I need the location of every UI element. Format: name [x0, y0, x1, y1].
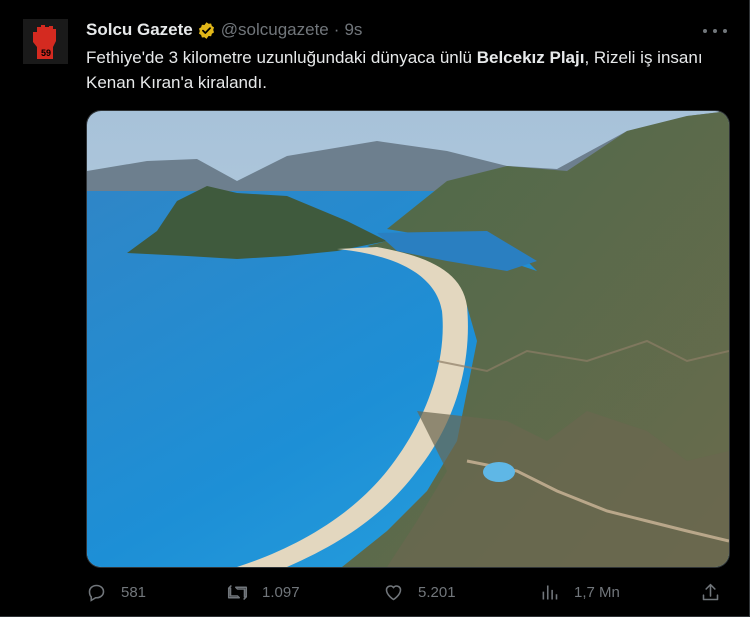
share-button[interactable]: [700, 582, 735, 603]
like-button[interactable]: 5.201: [383, 582, 456, 603]
verified-badge-icon: [198, 21, 214, 39]
reply-count: 581: [121, 584, 147, 601]
repost-icon: [227, 584, 248, 601]
timestamp[interactable]: 9s: [344, 20, 362, 40]
tweet-text-bold: Belcekız Plajı: [476, 48, 585, 67]
like-icon: [385, 585, 402, 601]
share-icon: [702, 583, 719, 601]
reply-button[interactable]: 581: [86, 582, 146, 603]
tweet-text-part: Fethiye'de 3 kilometre uzunluğundaki dün…: [86, 48, 477, 67]
avatar-mark: 59: [40, 48, 50, 58]
tweet-text: Fethiye'de 3 kilometre uzunluğundaki dün…: [86, 45, 726, 95]
more-icon[interactable]: [703, 22, 727, 40]
avatar[interactable]: 59: [23, 19, 68, 64]
reply-icon: [88, 584, 105, 602]
beach-aerial-photo: [87, 111, 729, 567]
raised-fist-icon: 59: [32, 24, 56, 59]
separator-dot: ·: [333, 20, 340, 39]
views-button[interactable]: 1,7 Mn: [539, 582, 620, 603]
author-handle[interactable]: @solcugazete: [221, 20, 329, 40]
views-count: 1,7 Mn: [574, 584, 620, 601]
author-name[interactable]: Solcu Gazete: [86, 20, 193, 40]
like-count: 5.201: [418, 584, 456, 601]
tweet[interactable]: 59 Solcu Gazete @solcugazete · 9s Fethiy…: [0, 0, 750, 617]
tweet-header: Solcu Gazete @solcugazete · 9s: [86, 20, 362, 40]
action-bar: 581 1.097 5.201 1,7 Mn: [86, 582, 726, 610]
tweet-photo[interactable]: [86, 110, 730, 568]
views-icon: [542, 585, 558, 600]
repost-button[interactable]: 1.097: [227, 582, 300, 603]
repost-count: 1.097: [262, 584, 300, 601]
